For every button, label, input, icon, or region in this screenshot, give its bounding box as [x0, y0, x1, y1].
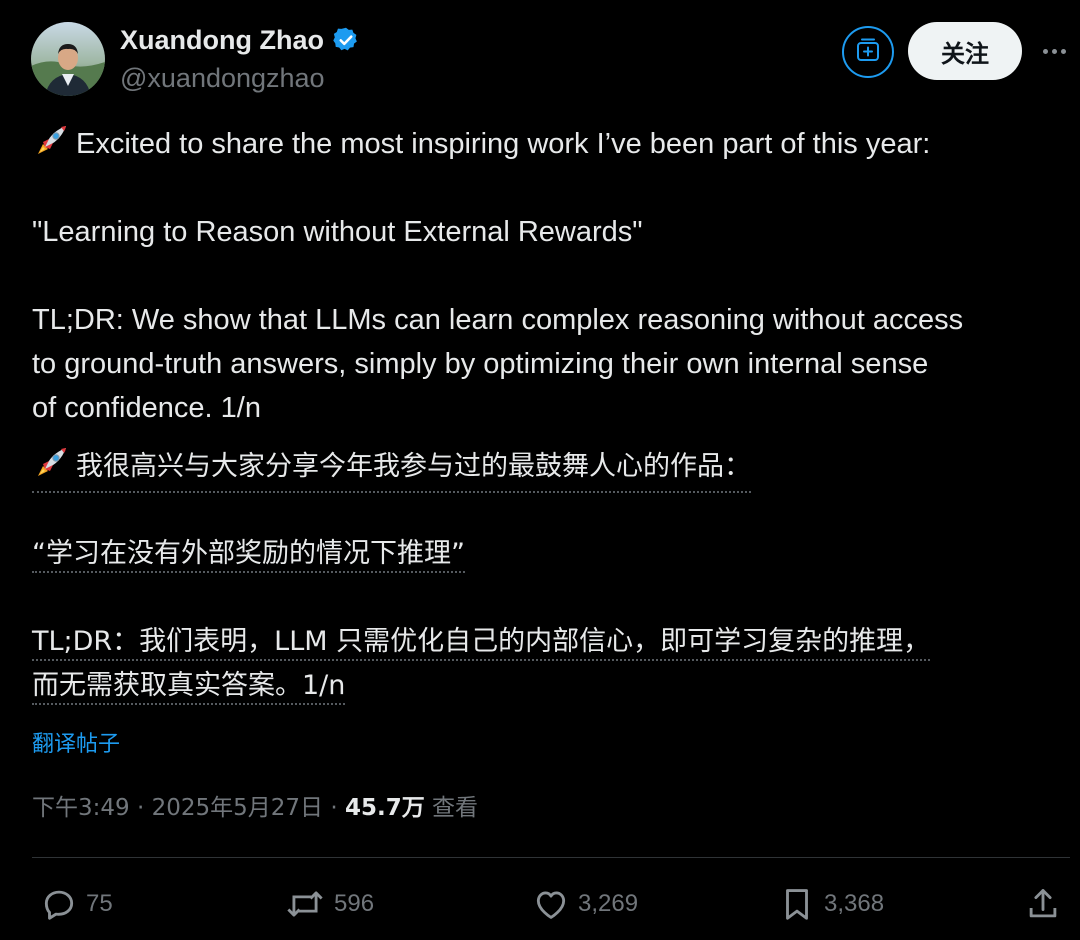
reply-button[interactable]: 75: [40, 884, 113, 924]
author-handle[interactable]: @xuandongzhao: [120, 60, 325, 96]
meta-separator: ·: [323, 795, 345, 821]
translated-text-line: TL;DR：我们表明，LLM 只需优化自己的内部信心，即可学习复杂的推理，: [32, 620, 931, 664]
bookmark-icon: [778, 885, 816, 923]
share-icon: [1024, 885, 1062, 923]
author-name[interactable]: Xuandong Zhao: [120, 22, 360, 58]
translated-text-line: “学习在没有外部奖励的情况下推理”: [32, 532, 465, 576]
tweet-text: TL;DR: We show that LLMs can learn compl…: [32, 304, 964, 336]
repost-count: 596: [334, 890, 375, 917]
views-count: 45.7万: [344, 795, 425, 821]
translated-text-line: 而无需获取真实答案。1/n: [32, 664, 346, 708]
rocket-icon: [32, 444, 70, 482]
views-label: 查看: [432, 795, 479, 821]
reply-icon: [40, 885, 78, 923]
tweet-detail: Xuandong Zhao @xuandongzhao 关注 Excited t…: [0, 0, 1080, 940]
avatar[interactable]: [31, 22, 105, 96]
translated-text: 而无需获取真实答案。1/n: [32, 670, 346, 705]
post-time[interactable]: 下午3:49: [32, 795, 130, 821]
translated-text-line: 我很高兴与大家分享今年我参与过的最鼓舞人心的作品：: [32, 444, 751, 493]
bookmark-count: 3,368: [824, 890, 885, 917]
bookmark-button[interactable]: 3,368: [778, 884, 884, 924]
share-button[interactable]: [1024, 884, 1062, 924]
translated-text: TL;DR：我们表明，LLM 只需优化自己的内部信心，即可学习复杂的推理，: [32, 626, 931, 661]
reply-count: 75: [86, 890, 113, 917]
translate-post-link[interactable]: 翻译帖子: [32, 728, 120, 762]
tweet-text: to ground-truth answers, simply by optim…: [32, 348, 929, 380]
meta-separator: ·: [129, 795, 152, 821]
translated-title: “学习在没有外部奖励的情况下推理”: [32, 538, 465, 573]
translated-text: 我很高兴与大家分享今年我参与过的最鼓舞人心的作品：: [76, 451, 751, 482]
repost-button[interactable]: 596: [284, 884, 374, 924]
verified-badge-icon[interactable]: [332, 26, 360, 54]
paper-title: "Learning to Reason without External Rew…: [32, 216, 643, 248]
like-count: 3,269: [578, 890, 639, 917]
author-name-text[interactable]: Xuandong Zhao: [120, 22, 324, 58]
tweet-meta: 下午3:49 · 2025年5月27日 · 45.7万 查看: [32, 790, 478, 826]
repost-icon: [284, 885, 326, 923]
tweet-text: Excited to share the most inspiring work…: [76, 128, 931, 160]
follow-button[interactable]: 关注: [908, 22, 1022, 80]
rocket-icon: [32, 122, 70, 160]
divider: [32, 857, 1070, 858]
more-icon[interactable]: [1038, 36, 1070, 66]
post-date[interactable]: 2025年5月27日: [152, 795, 323, 821]
subscribe-icon: [855, 37, 881, 67]
like-button[interactable]: 3,269: [532, 884, 638, 924]
tweet-text-line: Excited to share the most inspiring work…: [32, 122, 930, 166]
subscribe-button[interactable]: [842, 26, 894, 78]
tweet-text: of confidence. 1/n: [32, 392, 261, 424]
heart-icon: [532, 885, 570, 923]
